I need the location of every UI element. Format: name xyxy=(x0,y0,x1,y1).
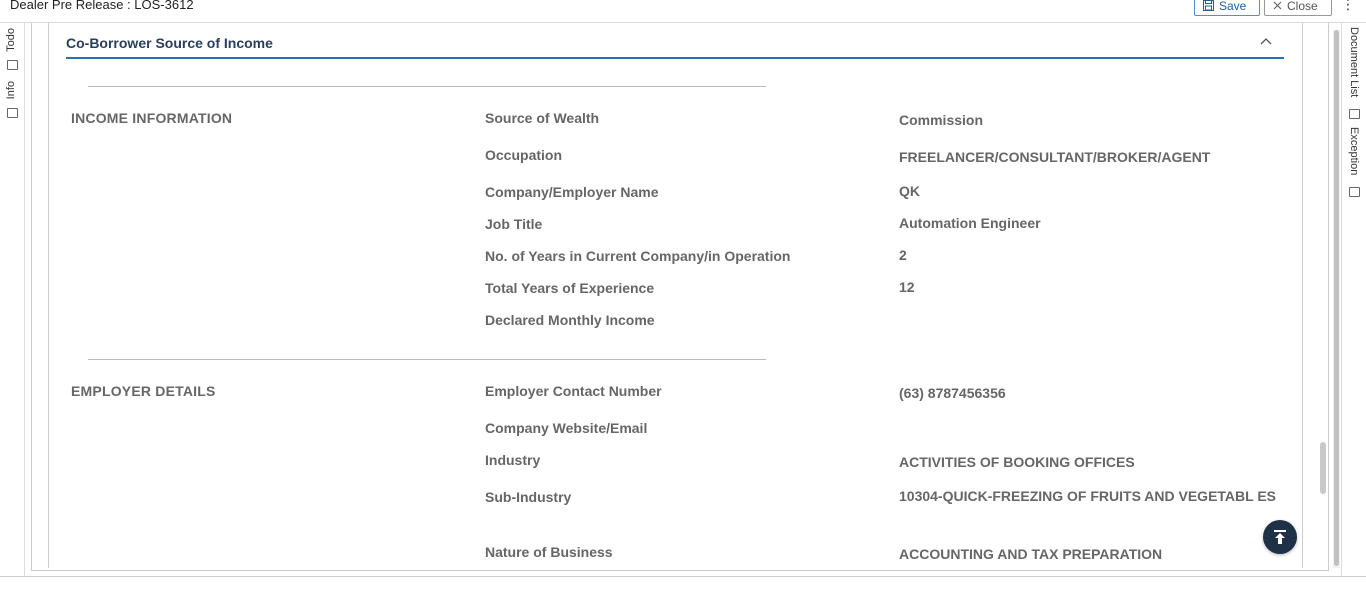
field-value: QK xyxy=(899,183,920,199)
income-information-heading: INCOME INFORMATION xyxy=(71,110,233,126)
field-label: Source of Wealth xyxy=(485,110,600,126)
field-value: ACTIVITIES OF BOOKING OFFICES xyxy=(899,454,1135,470)
close-button[interactable]: Close xyxy=(1264,0,1332,16)
field-label: Total Years of Experience xyxy=(485,280,655,296)
tab-document-list[interactable]: Document List xyxy=(1348,27,1360,97)
field-label: Company/Employer Name xyxy=(485,184,659,200)
field-label: Company Website/Email xyxy=(485,420,648,436)
field-value: FREELANCER/CONSULTANT/BROKER/AGENT xyxy=(899,149,1211,165)
field-value: Automation Engineer xyxy=(899,215,1041,231)
todo-icon xyxy=(7,60,18,70)
field-label: Industry xyxy=(485,452,541,468)
tab-info[interactable]: Info xyxy=(5,81,17,99)
top-bar: Dealer Pre Release : LOS-3612 Save Close… xyxy=(0,0,1366,23)
field-label: Nature of Business xyxy=(485,544,613,560)
kebab-menu-icon[interactable]: ⋮ xyxy=(1341,0,1355,13)
close-button-label: Close xyxy=(1287,0,1318,13)
panel-scrollbar-thumb[interactable] xyxy=(1320,442,1326,494)
field-label: Employer Contact Number xyxy=(485,383,662,399)
field-value: 2 xyxy=(899,247,907,263)
page-scrollbar-thumb[interactable] xyxy=(1334,30,1339,566)
field-label: Occupation xyxy=(485,147,563,163)
field-value: ACCOUNTING AND TAX PREPARATION xyxy=(899,546,1163,562)
close-icon xyxy=(1273,1,1282,10)
field-value: Commission xyxy=(899,112,984,128)
field-label: Job Title xyxy=(485,216,543,232)
save-button[interactable]: Save xyxy=(1194,0,1260,16)
tab-todo[interactable]: Todo xyxy=(5,28,17,52)
save-button-label: Save xyxy=(1219,0,1247,13)
save-icon xyxy=(1203,0,1214,11)
window-title: Dealer Pre Release : LOS-3612 xyxy=(10,0,194,12)
field-value: 12 xyxy=(899,279,915,295)
field-value: 10304-QUICK-FREEZING OF FRUITS AND VEGET… xyxy=(899,488,1277,504)
tab-exception[interactable]: Exception xyxy=(1348,127,1360,175)
scroll-to-top-button[interactable] xyxy=(1263,520,1297,554)
field-label: Sub-Industry xyxy=(485,489,572,505)
section-divider xyxy=(88,359,766,360)
section-header[interactable]: Co-Borrower Source of Income xyxy=(66,28,1284,59)
section-divider xyxy=(88,86,766,87)
field-label: No. of Years in Current Company/in Opera… xyxy=(485,248,791,264)
chevron-up-icon[interactable] xyxy=(1260,37,1272,45)
left-side-rail: Todo Info xyxy=(0,23,25,576)
exception-icon xyxy=(1349,187,1360,197)
bottom-border xyxy=(0,576,1366,577)
document-list-icon xyxy=(1349,109,1360,119)
field-label: Declared Monthly Income xyxy=(485,312,655,328)
right-side-rail: Document List Exception xyxy=(1341,23,1366,576)
scroll-to-top-icon xyxy=(1274,530,1286,544)
info-icon xyxy=(7,108,18,118)
section-title: Co-Borrower Source of Income xyxy=(66,35,273,51)
field-value: (63) 8787456356 xyxy=(899,385,1006,401)
employer-details-heading: EMPLOYER DETAILS xyxy=(71,383,216,399)
